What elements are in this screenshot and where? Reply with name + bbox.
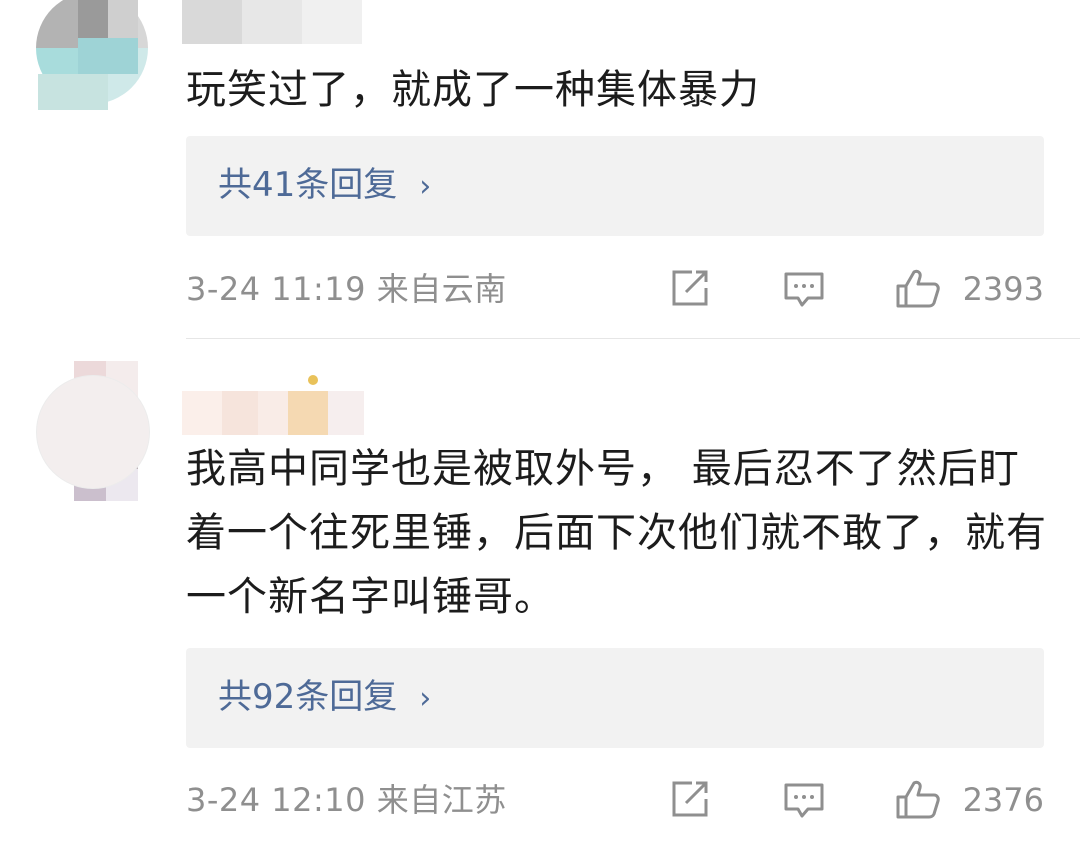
like-count: 2393 [962,270,1044,308]
comment-text: 玩笑过了，就成了一种集体暴力 [186,67,760,113]
reply-count-label: 共41条回复 [218,165,398,205]
chevron-right-icon: › [419,681,432,716]
reply-count-label: 共92条回复 [218,677,398,717]
view-replies-link[interactable]: 共92条回复 › [218,674,431,722]
reply-box: 共41条回复 › [186,136,1044,236]
reply-box: 共92条回复 › [186,648,1044,748]
comment-icon[interactable] [782,268,826,310]
share-icon[interactable] [668,268,712,310]
thumbs-up-icon[interactable] [894,779,940,821]
username-blurred[interactable] [182,0,362,44]
timestamp-location: 3-24 12:10 来自江苏 [186,781,507,819]
badge-dot [308,375,318,385]
avatar[interactable] [36,375,150,489]
comment-meta: 3-24 11:19 来自云南 2393 [186,264,1044,314]
comment-item: 我高中同学也是被取外号， 最后忍不了然后盯着一个往死里锤，后面下次他们就不敢了，… [0,339,1080,848]
timestamp-location: 3-24 11:19 来自云南 [186,270,507,308]
share-icon[interactable] [668,779,712,821]
view-replies-link[interactable]: 共41条回复 › [218,162,431,210]
chevron-right-icon: › [419,169,432,204]
comment-icon[interactable] [782,779,826,821]
like-count: 2376 [962,781,1044,819]
comment-item: 玩笑过了，就成了一种集体暴力 共41条回复 › 3-24 11:19 来自云南 2… [0,0,1080,336]
thumbs-up-icon[interactable] [894,268,940,310]
comment-text: 我高中同学也是被取外号， 最后忍不了然后盯着一个往死里锤，后面下次他们就不敢了，… [186,446,1047,620]
comment-meta: 3-24 12:10 来自江苏 2376 [186,775,1044,825]
pixelated-decoration [38,0,138,110]
username-blurred[interactable] [182,391,364,435]
